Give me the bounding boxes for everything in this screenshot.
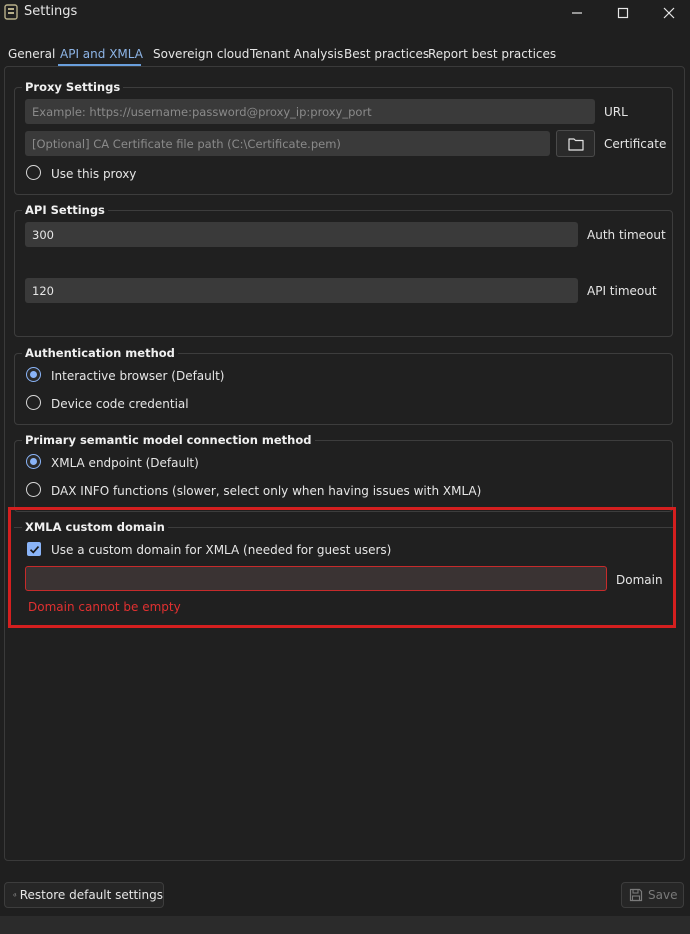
browse-certificate-button[interactable]: [556, 130, 595, 157]
api-settings-title: API Settings: [22, 203, 108, 217]
dax-info-radio[interactable]: [26, 482, 41, 497]
dax-info-label: DAX INFO functions (slower, select only …: [51, 484, 482, 498]
proxy-url-input[interactable]: Example: https://username:password@proxy…: [25, 99, 595, 124]
tab-report-best-practices[interactable]: Report best practices: [428, 47, 556, 61]
use-proxy-radio[interactable]: [26, 165, 41, 180]
proxy-url-label: URL: [604, 105, 628, 119]
device-code-label: Device code credential: [51, 397, 189, 411]
minimize-icon: [572, 12, 582, 14]
app-icon: [4, 4, 18, 20]
save-label: Save: [648, 888, 678, 902]
tab-tenant-analysis[interactable]: Tenant Analysis: [250, 47, 343, 61]
auth-timeout-input[interactable]: 300: [25, 222, 578, 247]
restore-defaults-button[interactable]: Restore default settings: [4, 882, 164, 908]
device-code-radio[interactable]: [26, 395, 41, 410]
highlight-box: [8, 507, 676, 628]
refresh-icon: [13, 893, 17, 897]
window-title: Settings: [24, 4, 78, 19]
maximize-icon: [617, 7, 629, 19]
semantic-connection-title: Primary semantic model connection method: [22, 433, 315, 447]
close-button[interactable]: [646, 0, 690, 26]
use-proxy-label: Use this proxy: [51, 167, 137, 181]
certificate-label: Certificate: [604, 137, 667, 151]
authentication-method-group: [14, 353, 673, 425]
close-icon: [663, 7, 675, 19]
proxy-settings-title: Proxy Settings: [22, 80, 124, 94]
minimize-button[interactable]: [554, 0, 600, 26]
interactive-browser-radio[interactable]: [26, 367, 41, 382]
tab-sovereign-cloud[interactable]: Sovereign cloud: [153, 47, 249, 61]
xmla-endpoint-radio[interactable]: [26, 454, 41, 469]
maximize-button[interactable]: [600, 0, 646, 26]
authentication-method-title: Authentication method: [22, 346, 178, 360]
api-timeout-input[interactable]: 120: [25, 278, 578, 303]
interactive-browser-label: Interactive browser (Default): [51, 369, 225, 383]
folder-icon: [567, 137, 584, 151]
footer-strip: [0, 916, 690, 934]
save-button[interactable]: Save: [621, 882, 684, 908]
restore-defaults-label: Restore default settings: [19, 888, 163, 902]
tab-best-practices[interactable]: Best practices: [344, 47, 429, 61]
save-icon: [629, 888, 643, 902]
auth-timeout-label: Auth timeout: [587, 228, 666, 242]
semantic-connection-group: [14, 440, 673, 512]
certificate-path-input[interactable]: [Optional] CA Certificate file path (C:\…: [25, 131, 550, 156]
xmla-endpoint-label: XMLA endpoint (Default): [51, 456, 199, 470]
api-timeout-label: API timeout: [587, 284, 657, 298]
tab-api-and-xmla[interactable]: API and XMLA: [60, 47, 143, 61]
tab-general[interactable]: General: [8, 47, 55, 61]
